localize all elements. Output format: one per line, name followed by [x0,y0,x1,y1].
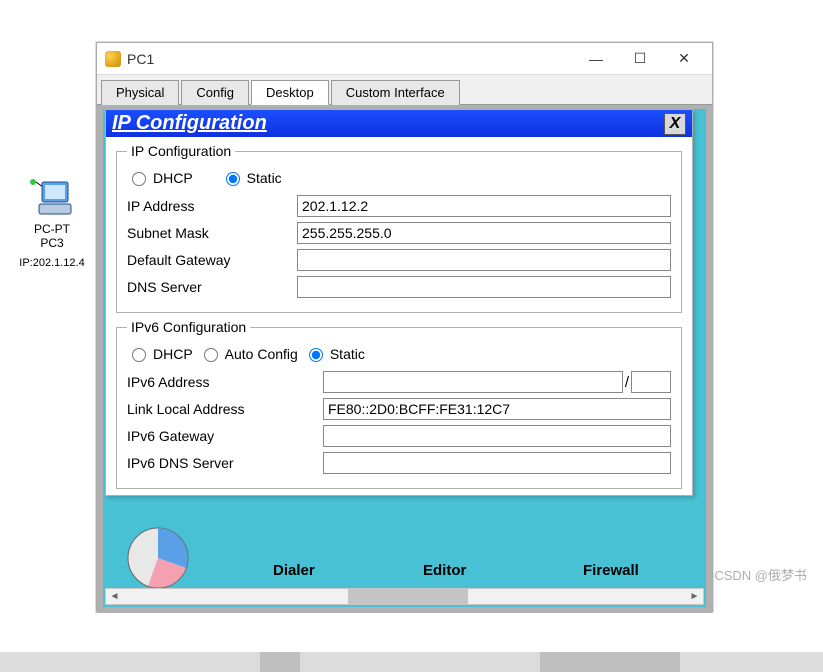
prefix-separator: / [625,374,629,391]
app-icon [105,51,121,67]
ipv4-static-radio[interactable]: Static [221,169,282,186]
titlebar[interactable]: PC1 — ☐ ✕ [97,43,712,75]
desktop-pc-icon[interactable]: PC-PT PC3 IP:202.1.12.4 [12,176,92,270]
minimize-button[interactable]: — [574,45,618,73]
ip-address-label: IP Address [127,198,297,214]
default-gateway-input[interactable] [297,249,671,271]
ipv6-gateway-label: IPv6 Gateway [127,428,323,444]
pc1-window: PC1 — ☐ ✕ Physical Config Desktop Custom… [96,42,713,612]
pc-icon [29,176,75,220]
minimize-icon: — [589,51,603,67]
ipv4-legend: IP Configuration [127,143,235,159]
watermark: CSDN @俄梦书 [714,565,807,584]
content-area: Dialer Editor Firewall ◄ ► IP Configurat… [97,105,712,613]
bottom-seg-2 [540,652,680,672]
default-gateway-label: Default Gateway [127,252,297,268]
ip-config-panel: IP Configuration X IP Configuration DHCP… [105,109,693,496]
horizontal-scrollbar[interactable]: ◄ ► [105,588,704,605]
scroll-right-icon[interactable]: ► [686,589,703,604]
ipv6-prefix-input[interactable] [631,371,671,393]
ipv6-dns-input[interactable] [323,452,671,474]
ipv6-dns-label: IPv6 DNS Server [127,455,323,471]
tab-config[interactable]: Config [181,80,249,105]
bottom-seg-1 [260,652,300,672]
dns-server-label: DNS Server [127,279,297,295]
ipv6-fieldset: IPv6 Configuration DHCP Auto Config Stat… [116,319,682,489]
ipv4-dhcp-radio[interactable]: DHCP [127,169,193,186]
ipv6-static-radio[interactable]: Static [304,345,365,362]
desktop-pc-label1: PC-PT [12,222,92,236]
bg-label-firewall: Firewall [583,562,639,579]
ipv4-fieldset: IP Configuration DHCP Static IP Address … [116,143,682,313]
tab-physical[interactable]: Physical [101,80,179,105]
dns-server-input[interactable] [297,276,671,298]
ipv6-auto-radio[interactable]: Auto Config [199,345,298,362]
pie-icon [123,523,193,593]
window-title: PC1 [127,51,154,67]
maximize-button[interactable]: ☐ [618,45,662,73]
close-button[interactable]: ✕ [662,45,706,73]
bg-label-dialer: Dialer [273,562,315,579]
ipv4-mode-group: DHCP Static [127,169,671,186]
close-icon: ✕ [678,50,690,67]
desktop-pc-label2: PC3 [12,236,92,250]
ip-address-input[interactable] [297,195,671,217]
scroll-thumb[interactable] [348,589,468,604]
tab-desktop[interactable]: Desktop [251,80,329,105]
bottom-bar [0,652,823,672]
desktop-pc-ip: IP:202.1.12.4 [12,257,92,270]
ipv6-mode-group: DHCP Auto Config Static [127,345,671,362]
tab-custom-interface[interactable]: Custom Interface [331,80,460,105]
ipv6-address-input[interactable] [323,371,623,393]
ipv6-dhcp-radio[interactable]: DHCP [127,345,193,362]
bg-label-editor: Editor [423,562,466,579]
link-local-input[interactable] [323,398,671,420]
scroll-track[interactable] [123,589,686,604]
panel-close-icon: X [670,115,681,132]
ipv6-legend: IPv6 Configuration [127,319,250,335]
ipv6-gateway-input[interactable] [323,425,671,447]
panel-titlebar[interactable]: IP Configuration X [106,110,692,137]
tab-bar: Physical Config Desktop Custom Interface [97,75,712,105]
panel-close-button[interactable]: X [664,113,686,135]
ipv6-address-label: IPv6 Address [127,374,323,390]
subnet-mask-input[interactable] [297,222,671,244]
link-local-label: Link Local Address [127,401,323,417]
subnet-mask-label: Subnet Mask [127,225,297,241]
panel-title-text: IP Configuration [112,112,664,135]
scroll-left-icon[interactable]: ◄ [106,589,123,604]
maximize-icon: ☐ [634,50,647,67]
